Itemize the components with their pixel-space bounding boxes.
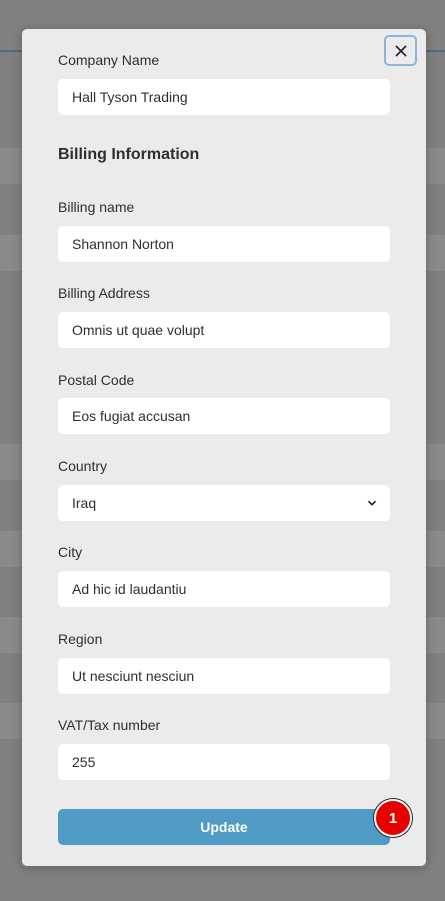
country-selected-value: Iraq <box>72 495 97 511</box>
billing-name-input[interactable] <box>72 236 376 252</box>
country-select[interactable]: Iraq <box>58 485 390 521</box>
update-button[interactable]: Update <box>58 809 390 845</box>
vat-field[interactable] <box>58 744 390 780</box>
region-input[interactable] <box>72 668 376 684</box>
company-name-label: Company Name <box>58 52 160 68</box>
chevron-down-icon <box>367 500 377 506</box>
city-label: City <box>58 544 83 560</box>
step-badge: 1 <box>374 799 412 837</box>
country-label: Country <box>58 458 108 474</box>
billing-name-field[interactable] <box>58 226 390 262</box>
close-button[interactable] <box>384 35 417 66</box>
region-label: Region <box>58 631 103 647</box>
city-field[interactable] <box>58 571 390 607</box>
close-icon <box>394 44 407 57</box>
company-name-input[interactable] <box>72 89 376 105</box>
postal-code-field[interactable] <box>58 398 390 434</box>
postal-code-label: Postal Code <box>58 372 135 388</box>
postal-code-input[interactable] <box>72 408 376 424</box>
billing-address-input[interactable] <box>72 322 376 338</box>
region-field[interactable] <box>58 658 390 694</box>
vat-input[interactable] <box>72 754 376 770</box>
billing-address-field[interactable] <box>58 312 390 348</box>
billing-information-heading: Billing Information <box>58 146 200 163</box>
billing-address-label: Billing Address <box>58 285 150 301</box>
vat-label: VAT/Tax number <box>58 717 161 733</box>
company-name-field[interactable] <box>58 79 390 115</box>
city-input[interactable] <box>72 581 376 597</box>
billing-name-label: Billing name <box>58 199 135 215</box>
